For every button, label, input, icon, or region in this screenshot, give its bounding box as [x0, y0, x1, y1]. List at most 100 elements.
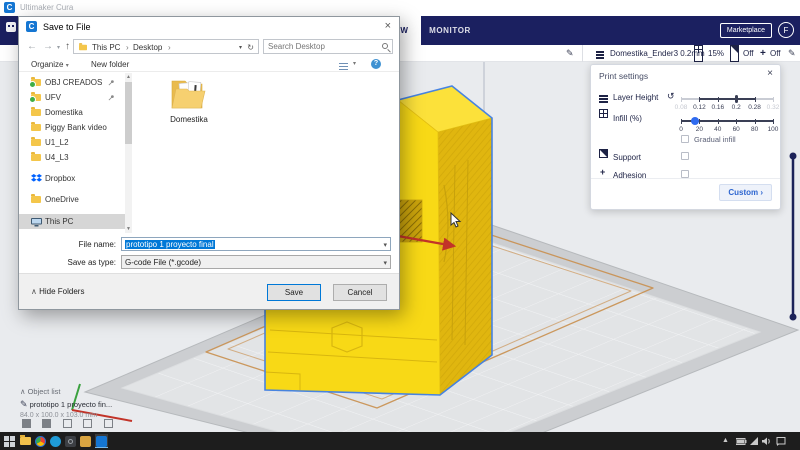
- printer-profile-label[interactable]: Domestika_Ender3 0.2mm: [610, 45, 705, 62]
- sidebar-item-onedrive[interactable]: OneDrive: [19, 192, 125, 207]
- view-front-icon[interactable]: [42, 419, 51, 428]
- back-icon[interactable]: ←: [27, 41, 37, 52]
- view-left-icon[interactable]: [83, 419, 92, 428]
- breadcrumb-root[interactable]: This PC: [92, 43, 120, 52]
- save-as-type-select[interactable]: G-code File (*.gcode) ▾: [121, 255, 391, 269]
- new-folder-button[interactable]: New folder: [91, 60, 129, 69]
- gradual-infill-label: Gradual infill: [694, 135, 736, 144]
- sidebar-item-piggy-bank-video[interactable]: Piggy Bank video: [19, 120, 125, 135]
- sidebar-item-dropbox[interactable]: Dropbox: [19, 171, 125, 186]
- reset-layer-height-icon[interactable]: ↺: [667, 91, 675, 102]
- file-item-domestika[interactable]: Domestika: [157, 77, 221, 147]
- dialog-toolbar: Organize ▾ New folder ▾ ?: [19, 57, 399, 72]
- skype-icon[interactable]: [50, 436, 61, 447]
- organize-button[interactable]: Organize ▾: [31, 60, 69, 69]
- search-icon: [382, 43, 388, 49]
- sidebar-item-domestika[interactable]: Domestika: [19, 105, 125, 120]
- dialog-footer: ∧ Hide Folders Save Cancel: [19, 273, 399, 309]
- layer-height-label: Layer Height: [613, 93, 658, 102]
- print-settings-panel: Print settings × Layer Height ↺ 0.08 0.1…: [590, 64, 781, 210]
- layer-height-slider[interactable]: 0.08 0.12 0.16 0.2 0.28 0.32: [681, 98, 773, 100]
- support-label: Support: [613, 153, 641, 162]
- save-button[interactable]: Save: [267, 284, 321, 301]
- rename-object-icon[interactable]: ✎: [20, 399, 28, 409]
- refresh-icon[interactable]: ↻: [247, 43, 254, 52]
- save-as-type-label: Save as type:: [23, 258, 116, 267]
- sidebar-item-this-pc[interactable]: This PC: [19, 214, 125, 229]
- marketplace-button[interactable]: Marketplace: [720, 23, 772, 38]
- infill-handle[interactable]: [691, 117, 699, 125]
- print-settings-title: Print settings: [599, 71, 648, 81]
- view-top-icon[interactable]: [63, 419, 72, 428]
- object-name[interactable]: prototipo 1 proyecto fin...: [30, 400, 113, 409]
- hidden-icons-chevron[interactable]: ▲: [722, 437, 729, 444]
- view-right-icon[interactable]: [104, 419, 113, 428]
- start-button[interactable]: [4, 435, 17, 448]
- divider: [582, 45, 583, 62]
- file-name-value: prototipo 1 proyecto final: [125, 240, 215, 249]
- collapse-object-list-icon[interactable]: ∧: [20, 387, 26, 396]
- tab-monitor[interactable]: MONITOR: [424, 16, 476, 45]
- capture-app-icon[interactable]: [65, 436, 76, 447]
- breadcrumb-folder[interactable]: Desktop: [133, 43, 162, 52]
- dropbox-icon: [31, 174, 42, 183]
- sidebar-item-obj-creados[interactable]: OBJ CREADOS: [19, 75, 125, 90]
- scrollbar-thumb[interactable]: [125, 82, 132, 144]
- edit-material-icon[interactable]: ✎: [566, 45, 574, 62]
- sidebar-scrollbar[interactable]: ▲ ▼: [125, 73, 132, 233]
- search-box[interactable]: [263, 39, 393, 54]
- file-item-label: Domestika: [157, 115, 221, 124]
- gradual-infill-checkbox[interactable]: [681, 135, 689, 143]
- support-summary-icon: [730, 45, 739, 62]
- file-name-label: File name:: [23, 240, 116, 249]
- adhesion-checkbox[interactable]: [681, 170, 689, 178]
- layer-height-handle[interactable]: [735, 95, 738, 103]
- view-options-dropdown-icon[interactable]: ▾: [353, 60, 356, 67]
- support-checkbox[interactable]: [681, 152, 689, 160]
- address-bar[interactable]: This PC › Desktop › ▾ ↻: [73, 39, 259, 54]
- view-3d-icon[interactable]: [22, 419, 31, 428]
- help-icon[interactable]: ?: [371, 59, 381, 69]
- save-as-type-dropdown-icon[interactable]: ▾: [383, 257, 387, 270]
- file-list-area[interactable]: Domestika: [133, 73, 398, 233]
- close-panel-icon[interactable]: ×: [767, 68, 773, 79]
- cancel-button[interactable]: Cancel: [333, 284, 387, 301]
- sidebar-item-ufv[interactable]: UFV: [19, 90, 125, 105]
- file-name-dropdown-icon[interactable]: ▾: [383, 239, 387, 252]
- save-to-file-dialog: C Save to File × ← → ▾ ↑ This PC › Deskt…: [18, 16, 400, 310]
- panel-divider: [591, 178, 780, 179]
- search-input[interactable]: [264, 40, 372, 53]
- adhesion-summary-value: Off: [770, 45, 781, 62]
- custom-settings-button[interactable]: Custom ›: [719, 184, 772, 201]
- hide-folders-button[interactable]: ∧ Hide Folders: [31, 287, 84, 296]
- edit-print-settings-icon[interactable]: ✎: [788, 45, 796, 62]
- adhesion-icon: +: [600, 167, 605, 177]
- forward-icon[interactable]: →: [43, 41, 53, 52]
- system-tray[interactable]: [736, 437, 786, 446]
- chrome-icon[interactable]: [35, 436, 46, 447]
- object-dimensions: 84.0 x 100.0 x 103.0 mm: [20, 412, 112, 419]
- open-folder-icon: [169, 77, 209, 111]
- sidebar-item-u4-l3[interactable]: U4_L3: [19, 150, 125, 165]
- dialog-titlebar[interactable]: C Save to File ×: [19, 17, 399, 37]
- layer-height-icon: [599, 89, 608, 104]
- infill-label: Infill (%): [613, 114, 642, 123]
- account-avatar[interactable]: F: [778, 22, 794, 38]
- scroll-down-icon[interactable]: ▼: [125, 226, 132, 232]
- scroll-up-icon[interactable]: ▲: [125, 74, 132, 80]
- up-icon[interactable]: ↑: [65, 41, 70, 52]
- window-title: Ultimaker Cura: [20, 3, 73, 12]
- cura-taskbar-icon[interactable]: [95, 434, 108, 448]
- file-explorer-icon[interactable]: [20, 437, 31, 445]
- object-list-label[interactable]: Object list: [28, 387, 61, 396]
- infill-slider[interactable]: 0 20 40 60 80 100: [681, 120, 773, 122]
- folder-icon: [31, 196, 41, 203]
- view-options-icon[interactable]: [339, 61, 348, 72]
- photos-app-icon[interactable]: [80, 436, 91, 447]
- address-dropdown-icon[interactable]: ▾: [239, 44, 242, 51]
- file-name-input[interactable]: prototipo 1 proyecto final ▾: [121, 237, 391, 251]
- dialog-close-icon[interactable]: ×: [385, 20, 391, 32]
- sidebar-item-u1-l2[interactable]: U1_L2: [19, 135, 125, 150]
- network-icon: [750, 437, 758, 445]
- recent-locations-icon[interactable]: ▾: [57, 44, 60, 51]
